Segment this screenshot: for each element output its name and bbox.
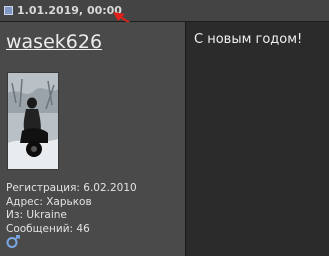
motorcycle-rider-avatar [8, 73, 58, 169]
message-count: Сообщений: 46 [6, 222, 90, 235]
author-info: Регистрация: 6.02.2010 Адрес: Харьков Из… [6, 182, 137, 236]
country: Из: Ukraine [6, 209, 67, 221]
post-icon [4, 6, 13, 15]
message-column: С новым годом! [186, 22, 329, 256]
author-column: wasek626 Регистрация: 6.02.2010 Адрес: Х… [0, 22, 186, 256]
address: Адрес: Харьков [6, 195, 92, 208]
avatar [7, 72, 59, 170]
post-message: С новым годом! [194, 32, 303, 47]
username-link[interactable]: wasek626 [6, 30, 102, 54]
post-date: 1.01.2019, 00:00 [17, 4, 122, 17]
post-header-bar: 1.01.2019, 00:00 [0, 0, 329, 37]
registration-date: Регистрация: 6.02.2010 [6, 182, 137, 194]
gender-status-icon [6, 235, 20, 248]
